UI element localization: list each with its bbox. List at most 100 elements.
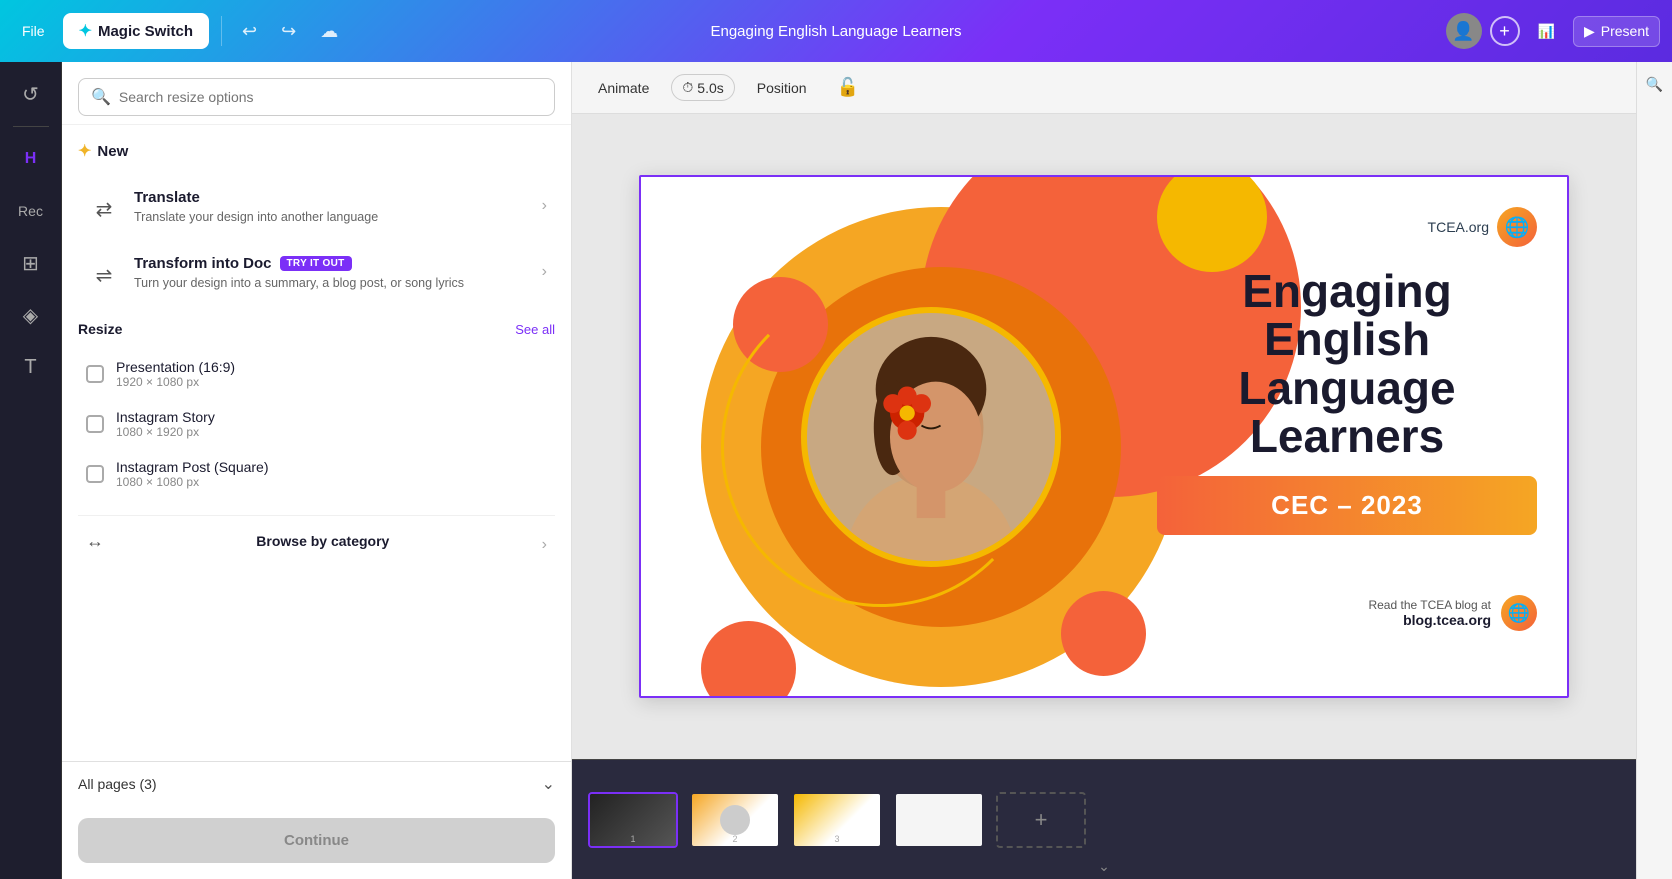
user-avatar[interactable]: 👤: [1446, 13, 1482, 49]
transform-option[interactable]: ⇌ Transform into Doc TRY IT OUT Turn you…: [78, 243, 555, 305]
thumbnail-1[interactable]: 1: [588, 792, 678, 848]
analytics-button[interactable]: 📊: [1528, 17, 1565, 46]
blog-url: blog.tcea.org: [1403, 612, 1491, 628]
chevron-down-icon: ⌄: [542, 774, 555, 794]
main-layout: ↺ H Rec ⊞ ◈ T 🔍 ✦: [0, 62, 1672, 879]
thumbnail-2[interactable]: 2: [690, 792, 780, 848]
second-toolbar: Animate ⏱ 5.0s Position 🔓: [572, 62, 1636, 114]
left-sidebar: ↺ H Rec ⊞ ◈ T: [0, 62, 62, 879]
toolbar-separator: [221, 16, 222, 46]
add-slide-button[interactable]: +: [996, 792, 1086, 848]
thumbnail-4[interactable]: [894, 792, 984, 848]
thumbnail-3[interactable]: 3: [792, 792, 882, 848]
file-menu[interactable]: File: [12, 17, 55, 45]
elements-icon: ◈: [23, 303, 38, 328]
redo-button[interactable]: ↪: [273, 15, 304, 48]
tcea-text: TCEA.org: [1428, 219, 1489, 235]
translate-icon: ⇄: [86, 191, 122, 227]
translate-option[interactable]: ⇄ Translate Translate your design into a…: [78, 177, 555, 239]
magic-switch-button[interactable]: ✦ Magic Switch: [63, 13, 209, 49]
translate-content: Translate Translate your design into ano…: [134, 189, 530, 227]
cec-banner: CEC – 2023: [1157, 476, 1537, 535]
panel-search-area: 🔍: [62, 62, 571, 125]
animate-button[interactable]: Animate: [588, 74, 659, 102]
resize-section-header: Resize See all: [78, 321, 555, 337]
resize-presentation[interactable]: Presentation (16:9) 1920 × 1080 px: [78, 349, 555, 399]
search-input[interactable]: [119, 89, 542, 105]
canvas-scroll: TCEA.org 🌐 Engaging English Language Lea…: [572, 114, 1636, 759]
add-collaborator-button[interactable]: +: [1490, 16, 1520, 46]
scroll-indicator[interactable]: ⌄: [1094, 854, 1114, 879]
resize-presentation-info: Presentation (16:9) 1920 × 1080 px: [116, 359, 235, 389]
circle-bottom-right-orange: [1061, 591, 1146, 676]
cloud-save-button[interactable]: ☁: [312, 15, 346, 48]
canvas-container: Animate ⏱ 5.0s Position 🔓: [572, 62, 1636, 879]
resize-section-title: Resize: [78, 321, 122, 337]
transform-icon: ⇌: [86, 257, 122, 293]
sidebar-item-templates[interactable]: ⊞: [7, 239, 55, 287]
undo-button[interactable]: ↩: [234, 15, 265, 48]
present-label: Present: [1601, 23, 1649, 39]
translate-desc: Translate your design into another langu…: [134, 209, 530, 227]
chart-icon: 📊: [1538, 23, 1555, 40]
search-box: 🔍: [78, 78, 555, 116]
heading-line1: Engaging: [1242, 265, 1452, 317]
blog-footer: Read the TCEA blog at blog.tcea.org 🌐: [1157, 595, 1537, 631]
resize-instagram-story[interactable]: Instagram Story 1080 × 1920 px: [78, 399, 555, 449]
resize-instagram-post[interactable]: Instagram Post (Square) 1080 × 1080 px: [78, 449, 555, 499]
browse-title: Browse by category: [256, 533, 389, 549]
panel-scroll-area: ✦ New ⇄ Translate Translate your design …: [62, 125, 571, 761]
sidebar-item-recent[interactable]: Rec: [7, 187, 55, 235]
slide-canvas[interactable]: TCEA.org 🌐 Engaging English Language Lea…: [639, 175, 1569, 698]
instagram-story-checkbox[interactable]: [86, 415, 104, 433]
template-icon: ⊞: [22, 251, 39, 276]
timer-value: 5.0s: [697, 80, 723, 96]
position-button[interactable]: Position: [747, 74, 817, 102]
heading-line4: Learners: [1250, 410, 1444, 462]
transform-arrow-icon: ›: [542, 263, 547, 281]
present-button[interactable]: ▶ Present: [1573, 16, 1660, 47]
pages-label: All pages (3): [78, 776, 157, 792]
browse-category-section[interactable]: ↔ Browse by category ›: [78, 515, 555, 566]
instagram-story-dims: 1080 × 1920 px: [116, 425, 215, 439]
sidebar-item-elements[interactable]: ◈: [7, 291, 55, 339]
magic-switch-label: Magic Switch: [98, 23, 193, 40]
translate-title: Translate: [134, 189, 200, 206]
slide-right-content: TCEA.org 🌐 Engaging English Language Lea…: [1157, 207, 1537, 631]
instagram-post-dims: 1080 × 1080 px: [116, 475, 269, 489]
document-title: Engaging English Language Learners: [710, 23, 961, 40]
magic-star-icon: ✦: [79, 21, 92, 41]
search-icon: 🔍: [91, 87, 111, 107]
lock-button[interactable]: 🔓: [829, 71, 867, 104]
transform-content: Transform into Doc TRY IT OUT Turn your …: [134, 255, 530, 293]
thumb-num-1: 1: [630, 834, 635, 844]
right-sidebar-search[interactable]: 🔍: [1641, 70, 1669, 98]
blog-label: Read the TCEA blog at: [1368, 598, 1491, 612]
new-star-icon: ✦: [78, 141, 91, 161]
portrait-image: [801, 307, 1061, 567]
instagram-post-name: Instagram Post (Square): [116, 459, 269, 475]
continue-button[interactable]: Continue: [78, 818, 555, 863]
resize-instagram-post-info: Instagram Post (Square) 1080 × 1080 px: [116, 459, 269, 489]
transform-title: Transform into Doc: [134, 255, 272, 272]
tcea-globe-icon: 🌐: [1497, 207, 1537, 247]
presentation-checkbox[interactable]: [86, 365, 104, 383]
blog-globe-icon: 🌐: [1501, 595, 1537, 631]
toolbar-right: 👤 + 📊 ▶ Present: [1446, 13, 1660, 49]
timer-badge[interactable]: ⏱ 5.0s: [671, 74, 734, 101]
slide-heading: Engaging English Language Learners: [1157, 267, 1537, 460]
see-all-button[interactable]: See all: [515, 322, 555, 337]
sidebar-item-text[interactable]: T: [7, 343, 55, 391]
new-section-label: ✦ New: [78, 141, 555, 161]
translate-arrow-icon: ›: [542, 197, 547, 215]
pages-dropdown[interactable]: All pages (3) ⌄: [62, 761, 571, 806]
instagram-post-checkbox[interactable]: [86, 465, 104, 483]
home-icon: H: [25, 150, 37, 168]
sidebar-item-refresh[interactable]: ↺: [7, 70, 55, 118]
canvas-area: TCEA.org 🌐 Engaging English Language Lea…: [572, 114, 1636, 879]
instagram-story-name: Instagram Story: [116, 409, 215, 425]
clock-icon: ⏱: [682, 79, 693, 96]
heading-line2: English: [1264, 313, 1430, 365]
sidebar-item-home[interactable]: H: [7, 135, 55, 183]
browse-icon: ↔: [86, 531, 104, 552]
